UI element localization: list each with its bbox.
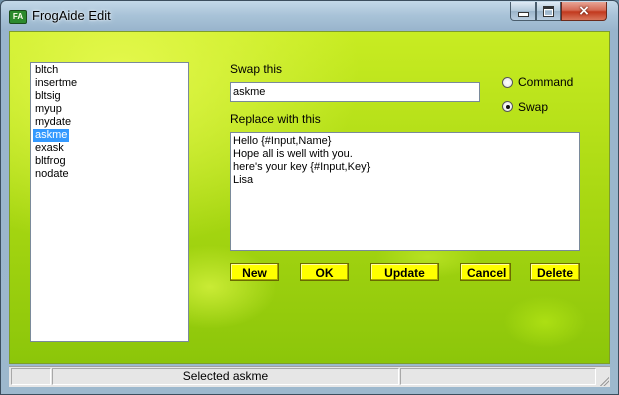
minimize-icon: [517, 12, 529, 17]
maximize-button[interactable]: [536, 2, 561, 21]
command-radio[interactable]: [502, 77, 513, 88]
list-item-bltsig[interactable]: bltsig: [33, 90, 63, 103]
maximize-icon: [543, 5, 554, 17]
replace-line: here's your key {#Input,Key}: [233, 161, 371, 173]
update-button[interactable]: Update: [370, 263, 439, 281]
close-button[interactable]: ×: [561, 2, 607, 21]
title-bar[interactable]: FA FrogAide Edit ×: [1, 1, 618, 31]
ok-button[interactable]: OK: [300, 263, 349, 281]
list-item-myup[interactable]: myup: [33, 103, 64, 116]
app-window: FA FrogAide Edit × bltch insertme bltsig…: [0, 0, 619, 395]
cancel-button[interactable]: Cancel: [460, 263, 511, 281]
snippet-listbox[interactable]: bltch insertme bltsig myup mydate askme …: [30, 62, 189, 342]
status-bar: Selected askme: [9, 366, 610, 387]
new-button[interactable]: New: [230, 263, 279, 281]
swap-radio[interactable]: [502, 101, 513, 112]
replace-line: Hope all is well with you.: [233, 148, 353, 160]
replace-with-textarea[interactable]: Hello {#Input,Name} Hope all is well wit…: [230, 132, 580, 251]
swap-this-input[interactable]: [230, 82, 480, 102]
status-message: Selected askme: [52, 368, 399, 385]
resize-grip-icon[interactable]: [599, 376, 609, 386]
list-item-bltfrog[interactable]: bltfrog: [33, 155, 68, 168]
delete-button[interactable]: Delete: [530, 263, 580, 281]
list-item-bltch[interactable]: bltch: [33, 64, 60, 77]
frog-app-icon: FA: [9, 10, 27, 24]
window-title: FrogAide Edit: [32, 8, 111, 23]
list-item-mydate[interactable]: mydate: [33, 116, 73, 129]
replace-line: Hello {#Input,Name}: [233, 135, 332, 147]
list-item-insertme[interactable]: insertme: [33, 77, 79, 90]
minimize-button[interactable]: [510, 2, 536, 21]
list-item-nodate[interactable]: nodate: [33, 168, 71, 181]
command-radio-label[interactable]: Command: [518, 75, 573, 89]
replace-line: Lisa: [233, 174, 254, 186]
list-item-askme[interactable]: askme: [33, 129, 70, 142]
status-pane-1: [11, 368, 51, 385]
replace-with-label: Replace with this: [230, 112, 321, 126]
close-icon: ×: [578, 3, 590, 19]
status-pane-3: [400, 368, 596, 385]
list-item-exask[interactable]: exask: [33, 142, 66, 155]
swap-radio-label[interactable]: Swap: [518, 100, 548, 114]
swap-this-label: Swap this: [230, 62, 283, 76]
client-area: bltch insertme bltsig myup mydate askme …: [9, 31, 610, 364]
